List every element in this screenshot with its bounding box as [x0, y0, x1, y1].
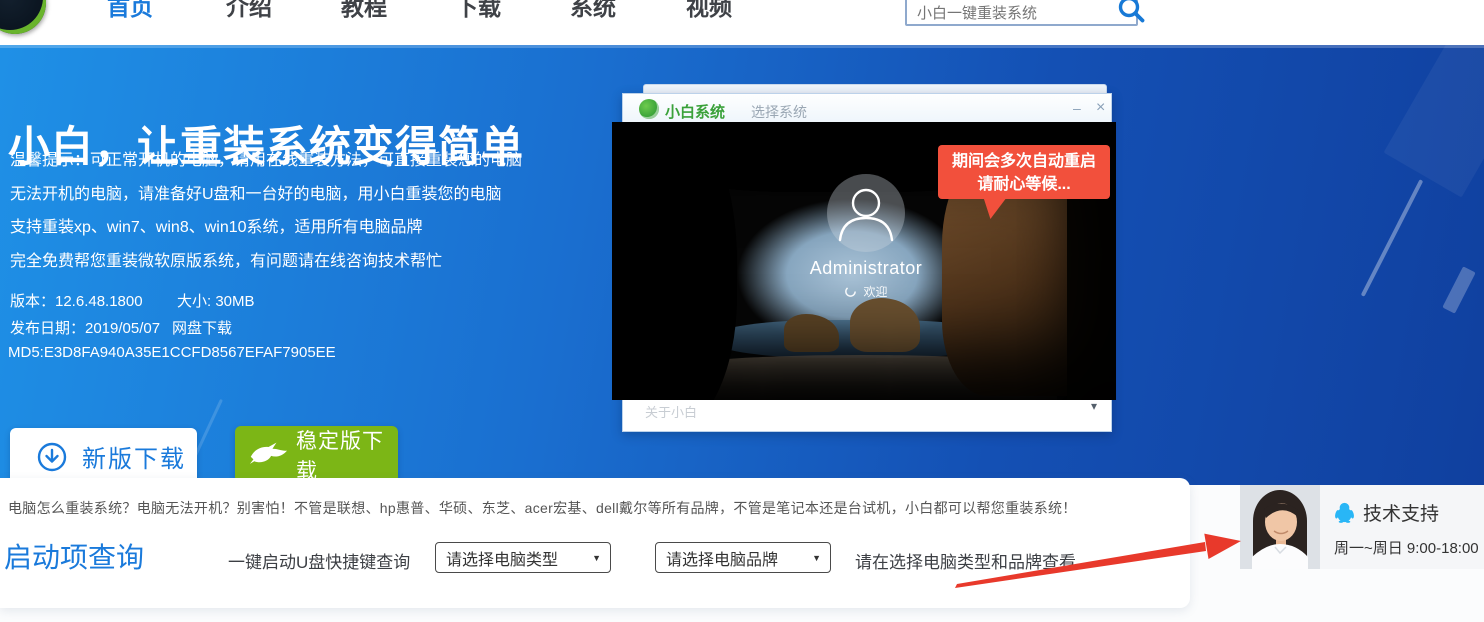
netdisk-download-link[interactable]: 网盘下载 — [172, 317, 232, 338]
boot-query-title: 启动项查询 — [4, 536, 144, 576]
download-circle-icon — [36, 441, 68, 473]
login-welcome-row: 欢迎 — [796, 283, 936, 300]
support-info: 技术支持 周一~周日 9:00-18:00 — [1320, 485, 1484, 569]
app-logo-icon — [639, 99, 659, 119]
tech-support-card[interactable]: 技术支持 周一~周日 9:00-18:00 — [1240, 485, 1484, 569]
support-hours: 周一~周日 9:00-18:00 — [1334, 537, 1484, 558]
thunder-bird-icon — [249, 440, 288, 470]
minimize-icon: – — [1073, 100, 1081, 116]
nav-item-home[interactable]: 首页 — [107, 0, 153, 22]
hero-tip-4: 完全免费帮您重装微软原版系统，有问题请在线咨询技术帮忙 — [10, 247, 442, 271]
hero-slash-decoration — [1442, 266, 1475, 313]
tooltip-line-1: 期间会多次自动重启 — [938, 150, 1110, 173]
computer-brand-select-value: 请选择电脑品牌 — [656, 546, 812, 570]
new-version-download-label: 新版下载 — [82, 439, 186, 474]
about-link: 关于小白 — [645, 402, 697, 421]
top-navbar: 首页 介绍 教程 下载 系统 视频 — [0, 0, 1484, 45]
page: 首页 介绍 教程 下载 系统 视频 小白，让重装系统变得简单 温馨提示：可正常开… — [0, 0, 1484, 622]
nav-item-tutorial[interactable]: 教程 — [341, 0, 387, 22]
red-annotation-arrow — [935, 525, 1247, 597]
computer-brand-select[interactable]: 请选择电脑品牌 ▼ — [655, 542, 831, 573]
select-caret-icon: ▼ — [812, 553, 830, 563]
support-agent-photo — [1240, 485, 1320, 569]
hero-tip-2: 无法开机的电脑，请准备好U盘和一台好的电脑，用小白重装您的电脑 — [10, 180, 502, 204]
login-username: Administrator — [766, 258, 966, 279]
md5-text: MD5:E3D8FA940A35E1CCFD8567EFAF7905EE — [8, 344, 336, 361]
nav-item-download[interactable]: 下载 — [455, 0, 501, 22]
tooltip-line-2: 请耐心等候... — [938, 173, 1110, 196]
qq-penguin-icon[interactable] — [1334, 502, 1355, 523]
search-input[interactable] — [907, 0, 1116, 22]
brands-description: 电脑怎么重装系统？电脑无法开机？别害怕！不管是联想、hp惠普、华硕、东芝、ace… — [8, 498, 1077, 518]
computer-type-select[interactable]: 请选择电脑类型 ▼ — [435, 542, 611, 573]
boot-query-subtitle: 一键启动U盘快捷键查询 — [228, 548, 410, 573]
app-window-titlebar: 小白系统 选择系统 – × — [623, 94, 1111, 124]
stable-version-download-button[interactable]: 稳定版下载 — [235, 426, 398, 484]
hero-tip-1: 温馨提示：可正常开机的电脑，请用在线重装方法，可直接重装您的电脑 — [10, 146, 522, 170]
nav-item-video[interactable]: 视频 — [686, 0, 732, 22]
search-icon[interactable] — [1116, 0, 1146, 29]
support-title: 技术支持 — [1363, 499, 1439, 526]
version-text: 版本：12.6.48.1800 — [10, 290, 143, 311]
select-caret-icon: ▼ — [592, 553, 610, 563]
user-icon — [827, 174, 905, 252]
search-box — [905, 0, 1138, 26]
nav-item-system[interactable]: 系统 — [570, 0, 616, 22]
hero-top-highlight — [0, 45, 1484, 48]
app-brand-label: 小白系统 — [665, 101, 725, 122]
hero-tip-3: 支持重装xp、win7、win8、win10系统，适用所有电脑品牌 — [10, 213, 423, 237]
nav-item-intro[interactable]: 介绍 — [226, 0, 272, 22]
restart-tooltip: 期间会多次自动重启 请耐心等候... — [938, 145, 1110, 199]
footer-caret-icon: ▾ — [1091, 399, 1097, 413]
spinner-icon — [844, 285, 857, 298]
site-logo-icon[interactable] — [0, 0, 46, 34]
hero-slash-decoration — [1384, 23, 1484, 198]
login-welcome-label: 欢迎 — [863, 283, 887, 300]
new-version-download-button[interactable]: 新版下载 — [10, 428, 197, 485]
size-text: 大小: 30MB — [177, 290, 255, 311]
login-avatar — [827, 174, 905, 252]
stable-version-download-label: 稳定版下载 — [296, 425, 398, 485]
app-page-title: 选择系统 — [751, 102, 807, 122]
computer-type-select-value: 请选择电脑类型 — [436, 546, 592, 570]
release-date-text: 发布日期：2019/05/07 — [10, 317, 160, 338]
hero-slash-decoration — [1361, 179, 1424, 297]
close-icon: × — [1096, 99, 1105, 117]
